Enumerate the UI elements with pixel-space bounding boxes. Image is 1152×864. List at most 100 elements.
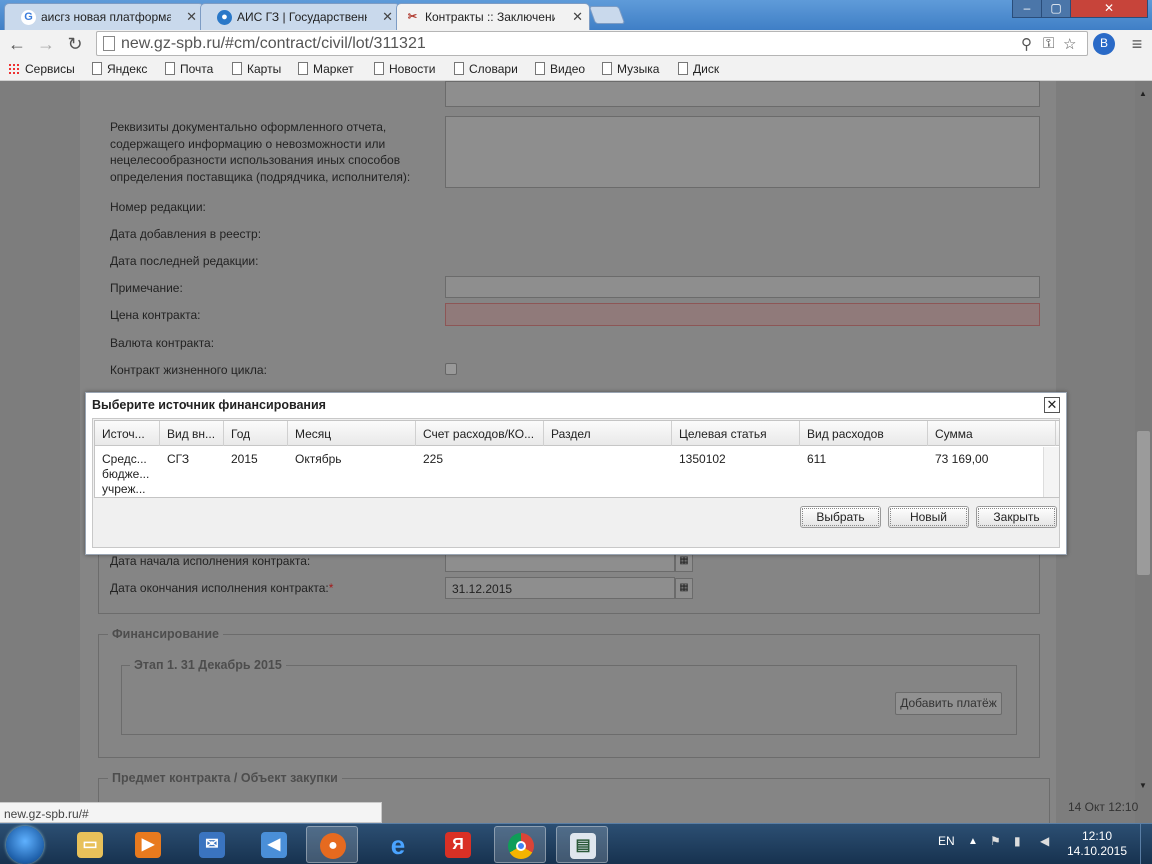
action-center-icon[interactable]: ⚑ [990, 834, 1001, 848]
page-scrollbar[interactable]: ▲ ▼ [1135, 81, 1152, 823]
note-input[interactable] [445, 276, 1040, 298]
reload-button[interactable]: ↻ [64, 34, 86, 56]
edition-number-label: Номер редакции: [110, 200, 206, 214]
column-header-account[interactable]: Счет расходов/КО... [416, 421, 544, 446]
close-icon[interactable]: ✕ [1044, 397, 1060, 413]
language-indicator[interactable]: EN [938, 834, 955, 848]
lifecycle-contract-checkbox[interactable] [445, 363, 457, 375]
cell-account: 225 [423, 452, 444, 466]
scroll-down-icon[interactable]: ▼ [1139, 781, 1147, 790]
cell-month: Октябрь [295, 452, 342, 466]
bookmark-yandex[interactable]: Яндекс [92, 62, 147, 76]
star-icon[interactable]: ☆ [1063, 35, 1076, 53]
close-tab-icon[interactable]: ✕ [572, 9, 583, 25]
bookmark-dictionaries[interactable]: Словари [454, 62, 518, 76]
menu-icon[interactable]: ≡ [1126, 34, 1148, 56]
cell-type: СГЗ [167, 452, 190, 466]
url-input[interactable] [121, 34, 1001, 54]
tab-aisgz-search[interactable]: G аисгз новая платформа - ✕ [4, 3, 204, 30]
contract-price-input[interactable] [445, 303, 1040, 326]
previous-field-input[interactable] [445, 81, 1040, 107]
column-header-target[interactable]: Целевая статья [672, 421, 800, 446]
bookmark-music[interactable]: Музыка [602, 62, 659, 76]
minimize-window-button[interactable]: – [1012, 0, 1042, 18]
key-icon[interactable]: ⚿ [1043, 35, 1054, 52]
bookmark-market[interactable]: Маркет [298, 62, 354, 76]
browser-tab-bar: G аисгз новая платформа - ✕ ● АИС ГЗ | Г… [0, 0, 1152, 30]
page-icon [232, 62, 242, 75]
scroll-up-icon[interactable]: ▲ [1139, 89, 1147, 98]
column-header-amount[interactable]: Сумма [928, 421, 1056, 446]
taskbar-internet-explorer[interactable]: e [372, 826, 424, 863]
bookmarks-bar: Сервисы Яндекс Почта Карты Маркет Новост… [0, 59, 1152, 81]
close-button[interactable]: Закрыть [976, 506, 1057, 528]
close-window-button[interactable]: ✕ [1070, 0, 1148, 18]
bookmark-news[interactable]: Новости [374, 62, 435, 76]
tab-contracts[interactable]: ✂ Контракты :: Заключение ✕ [396, 3, 590, 30]
tab-ais-gz[interactable]: ● АИС ГЗ | Государственны ✕ [200, 3, 400, 30]
table-row[interactable]: Средс... бюдже... учреж... СГЗ 2015 Октя… [95, 447, 1045, 497]
vk-extension-icon[interactable]: В [1093, 33, 1115, 55]
tools-icon: ✂ [407, 11, 418, 23]
cell-source: Средс... бюдже... учреж... [102, 452, 150, 496]
taskbar-sound[interactable]: ◀ [248, 826, 300, 863]
end-date-label: Дата окончания исполнения контракта:* [110, 581, 334, 595]
back-button[interactable]: ← [6, 34, 28, 56]
column-header-section[interactable]: Раздел [544, 421, 672, 446]
column-header-source[interactable]: Источ... [95, 421, 160, 446]
show-desktop-button[interactable] [1140, 824, 1152, 864]
select-button[interactable]: Выбрать [800, 506, 881, 528]
stage-legend: Этап 1. 31 Декабрь 2015 [130, 658, 286, 672]
cell-expense-type: 611 [807, 452, 827, 466]
financing-source-dialog: Выберите источник финансирования ✕ Источ… [85, 392, 1067, 555]
bookmark-services[interactable]: Сервисы [8, 62, 75, 76]
grid-scrollbar[interactable] [1043, 447, 1059, 497]
start-button[interactable] [6, 826, 44, 864]
page-icon [678, 62, 688, 75]
calendar-icon[interactable]: ▦ [675, 578, 693, 599]
network-icon[interactable]: ▮ [1014, 834, 1021, 848]
page-icon [92, 62, 102, 75]
report-details-label: Реквизиты документально оформленного отч… [110, 120, 411, 184]
column-header-expense-type[interactable]: Вид расходов [800, 421, 928, 446]
add-payment-button[interactable]: Добавить платёж [895, 692, 1002, 715]
taskbar-media-player[interactable]: ▶ [122, 826, 174, 863]
show-hidden-icons[interactable]: ▲ [968, 836, 978, 847]
stage-group [121, 665, 1017, 735]
address-bar[interactable]: ⚲ ⚿ ☆ [96, 31, 1088, 56]
bookmark-maps[interactable]: Карты [232, 62, 281, 76]
bookmark-mail[interactable]: Почта [165, 62, 213, 76]
taskbar-mail[interactable]: ✉ [186, 826, 238, 863]
taskbar-window[interactable]: ▤ [556, 826, 608, 863]
chrome-icon [508, 833, 534, 859]
registry-date-label: Дата добавления в реестр: [110, 227, 262, 241]
volume-icon[interactable]: ◀ [1040, 834, 1049, 848]
page-icon [103, 36, 115, 51]
zoom-icon[interactable]: ⚲ [1021, 35, 1032, 53]
new-tab-button[interactable] [588, 6, 626, 24]
close-tab-icon[interactable]: ✕ [186, 9, 197, 25]
bookmark-disk[interactable]: Диск [678, 62, 719, 76]
column-header-month[interactable]: Месяц [288, 421, 416, 446]
maximize-window-button[interactable]: ▢ [1041, 0, 1071, 18]
taskbar-chrome[interactable] [494, 826, 546, 863]
subject-legend: Предмет контракта / Объект закупки [108, 771, 342, 785]
cell-target: 1350102 [679, 452, 726, 466]
firefox-icon: ● [320, 833, 346, 859]
forward-button[interactable]: → [35, 34, 57, 56]
column-header-year[interactable]: Год [224, 421, 288, 446]
taskbar-explorer[interactable]: ▭ [64, 826, 116, 863]
note-label: Примечание: [110, 281, 183, 295]
page-icon [374, 62, 384, 75]
taskbar-clock[interactable]: 12:10 14.10.2015 [1064, 829, 1130, 859]
column-header-type[interactable]: Вид вн... [160, 421, 224, 446]
bookmark-video[interactable]: Видео [535, 62, 585, 76]
scrollbar-thumb[interactable] [1137, 431, 1150, 575]
end-date-input[interactable]: 31.12.2015 ▦ [445, 577, 693, 599]
taskbar-yandex-browser[interactable]: Я [432, 826, 484, 863]
report-details-input[interactable] [445, 116, 1040, 188]
taskbar-firefox[interactable]: ● [306, 826, 358, 863]
google-icon: G [21, 10, 36, 25]
close-tab-icon[interactable]: ✕ [382, 9, 393, 25]
new-button[interactable]: Новый [888, 506, 969, 528]
